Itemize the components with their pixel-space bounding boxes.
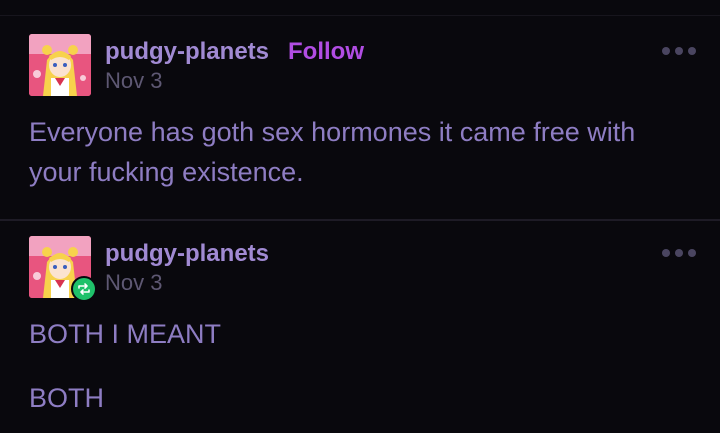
- more-dots-icon[interactable]: [662, 46, 696, 56]
- username[interactable]: pudgy-planets: [105, 240, 269, 268]
- dot: [688, 47, 696, 55]
- dot: [662, 47, 670, 55]
- post-body-text: Everyone has goth sex hormones it came f…: [29, 117, 636, 187]
- avatar-image: [29, 34, 91, 96]
- post-date: Nov 3: [105, 68, 163, 93]
- post-divider: [0, 219, 720, 221]
- more-dots-icon[interactable]: [662, 248, 696, 258]
- username[interactable]: pudgy-planets: [105, 38, 269, 66]
- post-date: Nov 3: [105, 270, 163, 295]
- top-divider: [0, 15, 720, 16]
- dot: [675, 249, 683, 257]
- avatar[interactable]: [29, 34, 91, 96]
- follow-button[interactable]: Follow: [288, 38, 364, 66]
- dot: [675, 47, 683, 55]
- reblog-paragraph: BOTH: [29, 383, 105, 413]
- dot: [662, 249, 670, 257]
- reblog-icon: [71, 276, 97, 302]
- dot: [688, 249, 696, 257]
- reblog-paragraph: BOTH I MEANT: [29, 319, 222, 349]
